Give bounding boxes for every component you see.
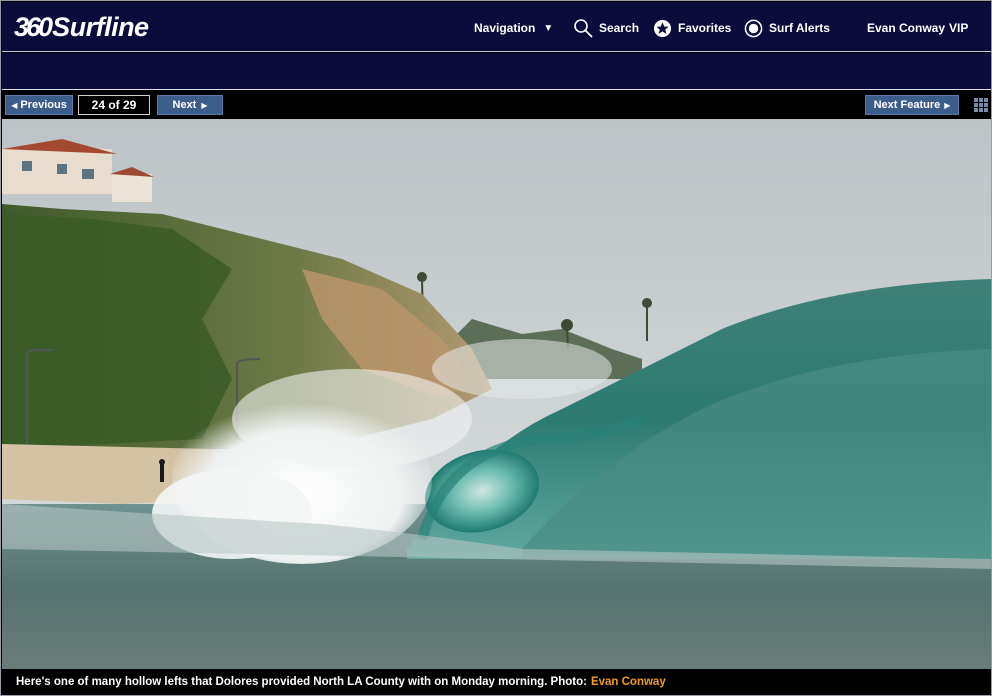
surf-alerts-label: Surf Alerts xyxy=(769,21,830,35)
search-icon xyxy=(574,19,593,38)
photo-counter: 24 of 29 xyxy=(78,95,150,115)
logo-wordmark: Surfline xyxy=(52,11,149,42)
surf-alerts-button[interactable]: Surf Alerts xyxy=(744,16,830,40)
vip-badge: VIP xyxy=(949,21,969,35)
photo-credit-link[interactable]: Evan Conway xyxy=(591,676,666,688)
previous-label: Previous xyxy=(20,99,67,111)
search-label: Search xyxy=(599,21,640,35)
next-feature-button[interactable]: Next Feature ▶ xyxy=(865,95,959,115)
star-icon xyxy=(653,19,672,37)
favorites-button[interactable]: Favorites xyxy=(653,16,731,40)
caption-text: Here's one of many hollow lefts that Dol… xyxy=(16,676,587,688)
favorites-label: Favorites xyxy=(678,21,732,35)
wave-photo-illustration xyxy=(2,119,991,669)
next-feature-label: Next Feature xyxy=(873,99,941,111)
page-frame: 360 Surfline Navigation ▼ Search Favorit… xyxy=(0,0,992,696)
gallery-toolbar: ◀ Previous 24 of 29 Next ▶ Next Feature … xyxy=(2,91,991,119)
grid-icon[interactable] xyxy=(974,98,988,112)
previous-button[interactable]: ◀ Previous xyxy=(5,95,73,115)
logo-number: 360 xyxy=(14,11,53,42)
triangle-right-icon: ▶ xyxy=(201,100,208,110)
triangle-right-icon: ▶ xyxy=(944,100,951,110)
photo-caption: Here's one of many hollow lefts that Dol… xyxy=(2,669,991,695)
site-header: 360 Surfline Navigation ▼ Search Favorit… xyxy=(2,2,991,52)
alert-icon xyxy=(744,19,763,37)
navigation-menu[interactable]: Navigation ▼ xyxy=(474,16,553,40)
user-name: Evan Conway xyxy=(867,21,946,35)
user-account-menu[interactable]: Evan Conway VIP xyxy=(867,16,968,40)
triangle-left-icon: ◀ xyxy=(11,100,18,110)
navigation-label: Navigation xyxy=(474,21,536,35)
search-button[interactable]: Search xyxy=(573,16,639,40)
next-button[interactable]: Next ▶ xyxy=(157,95,223,115)
sub-header-band xyxy=(2,53,991,90)
next-label: Next xyxy=(172,99,197,111)
chevron-down-icon: ▼ xyxy=(543,22,554,34)
surfline-logo[interactable]: 360 Surfline xyxy=(14,11,149,43)
gallery-photo xyxy=(2,119,991,669)
